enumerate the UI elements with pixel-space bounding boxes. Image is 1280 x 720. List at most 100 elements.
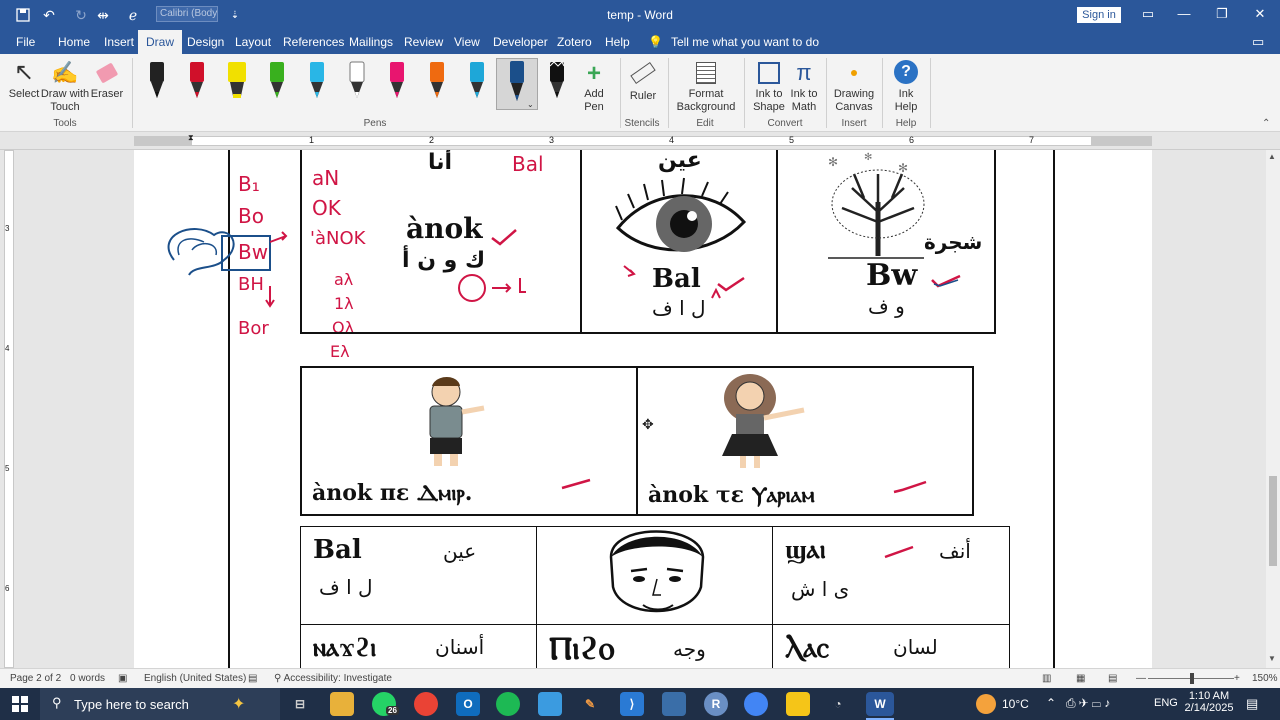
- select-label: Select: [8, 88, 40, 100]
- clock-app-icon[interactable]: ◔: [826, 692, 850, 716]
- tab-view[interactable]: View: [454, 30, 480, 54]
- weather-temp[interactable]: 10°C: [1002, 697, 1029, 711]
- print-layout-icon[interactable]: ▦: [1076, 673, 1085, 684]
- tab-home[interactable]: Home: [58, 30, 90, 54]
- pen-dark-blue-selected[interactable]: ⌄: [496, 58, 538, 110]
- pen-green[interactable]: [262, 58, 292, 102]
- document-area[interactable]: B₁ Bo Bw BH Bor aN OK 'àNOK aλ 1λ Oλ Eλ …: [18, 150, 1266, 668]
- paragraph-spacing-icon[interactable]: ⇹: [92, 4, 114, 26]
- notification-icon[interactable]: ▤: [1246, 696, 1258, 712]
- eraser-mode-icon[interactable]: ℯ: [122, 4, 144, 26]
- snipping-tool-icon[interactable]: [538, 692, 562, 716]
- scroll-down-icon[interactable]: ▼: [1268, 654, 1276, 663]
- edit-group-label: Edit: [696, 118, 714, 129]
- tab-draw[interactable]: Draw: [138, 30, 183, 54]
- ink-to-math-button[interactable]: π Ink to Math: [788, 58, 820, 114]
- pen-app-icon[interactable]: ✎: [578, 692, 602, 716]
- zoom-out-icon[interactable]: —: [1136, 673, 1146, 684]
- chrome-icon[interactable]: [414, 692, 438, 716]
- status-bar: Page 2 of 2 0 words ▣ English (United St…: [0, 668, 1280, 688]
- tab-insert[interactable]: Insert: [104, 30, 134, 54]
- taskbar-search[interactable]: ⚲ Type here to search ✦: [40, 688, 280, 720]
- undo-icon[interactable]: ↶: [38, 4, 60, 26]
- pen-light-blue[interactable]: [462, 58, 492, 102]
- app-icon[interactable]: [662, 692, 686, 716]
- read-mode-icon[interactable]: ▥: [1042, 673, 1051, 684]
- pen-white[interactable]: [342, 58, 372, 102]
- spotify-icon[interactable]: [496, 692, 520, 716]
- tab-mailings[interactable]: Mailings: [349, 30, 393, 54]
- coptic-word: Bal: [313, 535, 362, 565]
- tab-layout[interactable]: Layout: [235, 30, 271, 54]
- macro-icon[interactable]: ▤: [248, 673, 257, 684]
- vertical-ruler[interactable]: 3 4 5 6: [0, 150, 18, 668]
- minimize-button[interactable]: —: [1172, 3, 1196, 25]
- collapse-ribbon-icon[interactable]: ⌃: [1262, 118, 1270, 129]
- pen-pink[interactable]: [382, 58, 412, 102]
- scroll-thumb[interactable]: [1269, 476, 1277, 566]
- web-layout-icon[interactable]: ▤: [1108, 673, 1117, 684]
- save-icon[interactable]: [12, 4, 34, 26]
- ink-help-button[interactable]: ? Ink Help: [886, 58, 926, 114]
- tray-chevron-icon[interactable]: ⌃: [1046, 696, 1056, 710]
- customize-toolbar-icon[interactable]: ⇣: [224, 4, 246, 26]
- proofing-icon[interactable]: ▣: [118, 673, 127, 684]
- input-language[interactable]: ENG: [1154, 697, 1178, 709]
- zoom-slider-thumb[interactable]: [1190, 673, 1194, 684]
- pen-black-galaxy[interactable]: [542, 58, 572, 102]
- draw-with-touch-button[interactable]: ✍ Draw with Touch: [40, 58, 90, 114]
- scroll-up-icon[interactable]: ▲: [1268, 152, 1276, 161]
- pen-black[interactable]: [142, 58, 172, 102]
- tray-icons[interactable]: ⎙ ✈ ▭ ♪: [1066, 696, 1110, 711]
- word-taskbar-icon[interactable]: W: [866, 692, 894, 716]
- windows-start-icon[interactable]: [8, 692, 32, 716]
- pen-orange[interactable]: [422, 58, 452, 102]
- drawing-canvas-button[interactable]: Drawing Canvas: [830, 58, 878, 114]
- zoom-level[interactable]: 150%: [1252, 673, 1278, 684]
- search-placeholder: Type here to search: [74, 697, 189, 712]
- tab-developer[interactable]: Developer: [493, 30, 548, 54]
- pen-red[interactable]: [182, 58, 212, 102]
- tab-references[interactable]: References: [283, 30, 344, 54]
- tab-file[interactable]: File: [16, 30, 35, 54]
- file-explorer-icon[interactable]: [330, 692, 354, 716]
- vertical-scrollbar[interactable]: ▲ ▼: [1266, 150, 1280, 668]
- whatsapp-icon[interactable]: 26: [372, 692, 399, 716]
- tell-me-search[interactable]: 💡 Tell me what you want to do: [648, 30, 819, 54]
- chrome-profile-icon[interactable]: [744, 692, 768, 716]
- close-button[interactable]: ✕: [1248, 3, 1272, 25]
- document-page[interactable]: B₁ Bo Bw BH Bor aN OK 'àNOK aλ 1λ Oλ Eλ …: [134, 150, 1152, 668]
- zoom-in-icon[interactable]: +: [1234, 673, 1240, 684]
- redo-icon[interactable]: ↻: [70, 4, 92, 26]
- task-view-icon[interactable]: ⊟: [288, 692, 312, 716]
- sticky-app-icon[interactable]: [786, 692, 810, 716]
- canvas-dot-icon: [851, 70, 857, 76]
- font-name-box[interactable]: Calibri (Body: [156, 6, 218, 22]
- indent-marker-icon[interactable]: ⧗: [188, 133, 194, 143]
- format-background-button[interactable]: Format Background: [672, 58, 740, 114]
- tab-review[interactable]: Review: [404, 30, 443, 54]
- tab-design[interactable]: Design: [187, 30, 224, 54]
- eraser-button[interactable]: Eraser: [90, 58, 124, 101]
- sign-in-button[interactable]: Sign in: [1077, 7, 1121, 23]
- clock[interactable]: 1:10 AM 2/14/2025: [1184, 690, 1234, 714]
- vscode-icon[interactable]: ⟩: [620, 692, 644, 716]
- maximize-button[interactable]: ❐: [1210, 3, 1234, 25]
- ink-to-shape-button[interactable]: Ink to Shape: [750, 58, 788, 114]
- tab-help[interactable]: Help: [605, 30, 630, 54]
- word-count[interactable]: 0 words: [70, 673, 105, 684]
- comments-icon[interactable]: ▭: [1252, 34, 1264, 50]
- horizontal-ruler[interactable]: ⧗ 1 2 3 4 5 6 7: [0, 132, 1280, 150]
- ribbon-display-icon[interactable]: ▭: [1136, 3, 1160, 25]
- r-app-icon[interactable]: R: [704, 692, 728, 716]
- page-count[interactable]: Page 2 of 2: [10, 673, 61, 684]
- select-button[interactable]: ↖ Select: [6, 58, 42, 101]
- language[interactable]: English (United States): [144, 673, 246, 684]
- add-pen-button[interactable]: + Add Pen: [576, 60, 612, 114]
- accessibility-status[interactable]: ⚲ Accessibility: Investigate: [274, 673, 392, 684]
- pen-yellow-highlighter[interactable]: [222, 58, 252, 102]
- tab-zotero[interactable]: Zotero: [557, 30, 592, 54]
- ruler-button[interactable]: Ruler: [624, 58, 662, 103]
- pen-cyan[interactable]: [302, 58, 332, 102]
- outlook-icon[interactable]: O: [456, 692, 480, 716]
